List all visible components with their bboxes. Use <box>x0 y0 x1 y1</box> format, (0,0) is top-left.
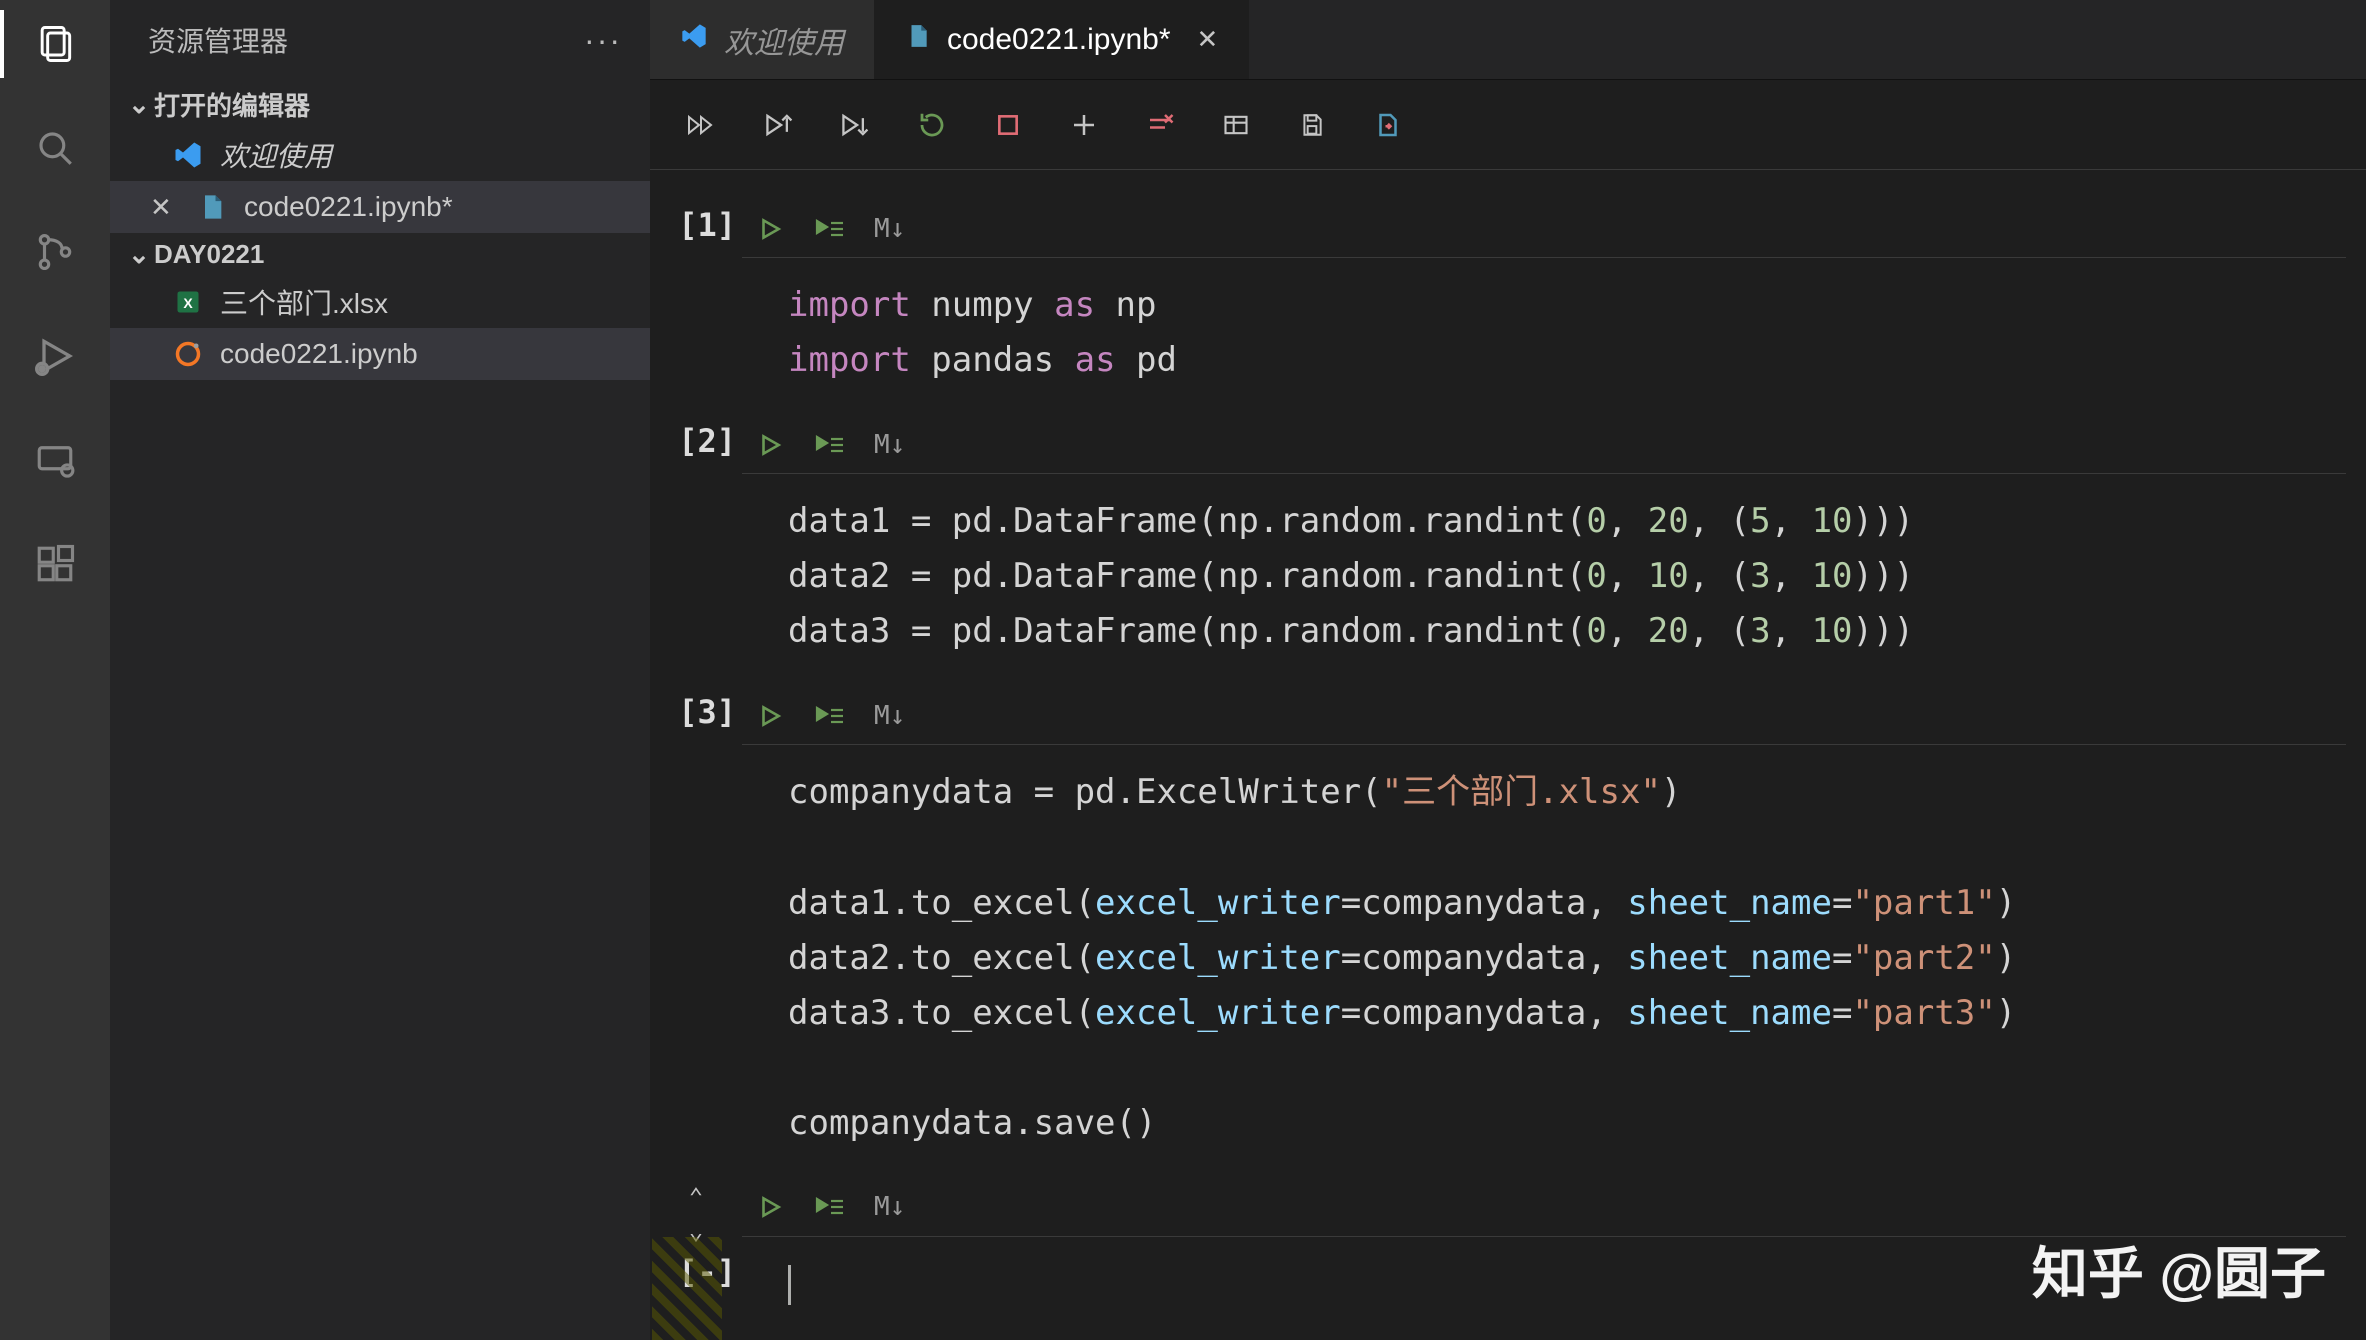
run-above-icon[interactable] <box>744 97 816 153</box>
vscode-icon <box>170 140 206 170</box>
cell-exec-label: [-] <box>678 1253 736 1291</box>
notebook-cell: [2] M↓ data1 = pd.DataFrame(np.random.ra… <box>650 416 2366 687</box>
run-cell-icon[interactable] <box>750 696 790 736</box>
cell-gutter: [2] <box>650 416 742 687</box>
open-editors-label: 打开的编辑器 <box>154 86 310 123</box>
restart-kernel-icon[interactable] <box>896 97 968 153</box>
editor-area: 欢迎使用 code0221.ipynb* ✕ <box>650 0 2366 1340</box>
variables-icon[interactable] <box>1200 97 1272 153</box>
tab-label: 欢迎使用 <box>724 18 844 62</box>
markdown-label[interactable]: M↓ <box>874 214 905 244</box>
run-below-icon[interactable] <box>820 97 892 153</box>
open-editor-notebook[interactable]: ✕ code0221.ipynb* <box>110 181 650 233</box>
cell-code[interactable]: data1 = pd.DataFrame(np.random.randint(0… <box>742 474 2346 687</box>
run-by-line-icon[interactable] <box>810 209 850 249</box>
run-all-icon[interactable] <box>668 97 740 153</box>
file-label: code0221.ipynb <box>220 338 418 370</box>
more-icon[interactable]: ··· <box>584 22 622 59</box>
chevron-up-icon[interactable]: ⌃ <box>689 1185 703 1209</box>
notebook-cell: [1] M↓ import numpy as np import pandas … <box>650 200 2366 416</box>
cell-body: M↓ companydata = pd.ExcelWriter("三个部门.xl… <box>742 687 2366 1179</box>
search-icon[interactable] <box>31 124 79 172</box>
export-icon[interactable] <box>1352 97 1424 153</box>
cell-toolbar: M↓ <box>742 1179 2346 1237</box>
cell-toolbar: M↓ <box>742 416 2346 474</box>
cell-exec-label: [3] <box>678 693 736 731</box>
cell-exec-label: [1] <box>678 206 736 244</box>
chevron-down-icon: ⌄ <box>124 89 154 120</box>
file-label: 三个部门.xlsx <box>220 282 388 322</box>
notebook-file-icon <box>905 23 931 57</box>
remote-explorer-icon[interactable] <box>31 436 79 484</box>
cell-gutter: ⌃ ⌄ [-] <box>650 1179 742 1340</box>
cell-gutter: [3] <box>650 687 742 1179</box>
source-control-icon[interactable] <box>31 228 79 276</box>
run-by-line-icon[interactable] <box>810 1187 850 1227</box>
cell-toolbar: M↓ <box>742 687 2346 745</box>
activity-bar <box>0 0 110 1340</box>
debug-icon[interactable] <box>31 332 79 380</box>
open-editor-welcome[interactable]: 欢迎使用 <box>110 129 650 181</box>
text-cursor <box>788 1265 791 1305</box>
open-editor-label: code0221.ipynb* <box>244 191 453 223</box>
notebook-cell: [3] M↓ companydata = pd.ExcelWriter("三个部… <box>650 687 2366 1179</box>
save-icon[interactable] <box>1276 97 1348 153</box>
notebook-file-icon <box>194 193 230 221</box>
explorer-title: 资源管理器 <box>148 20 288 60</box>
explorer-icon[interactable] <box>31 20 79 68</box>
cell-body: M↓ import numpy as np import pandas as p… <box>742 200 2366 416</box>
markdown-label[interactable]: M↓ <box>874 701 905 731</box>
open-editor-label: 欢迎使用 <box>220 135 332 175</box>
cell-body: M↓ <box>742 1179 2366 1340</box>
tab-bar: 欢迎使用 code0221.ipynb* ✕ <box>650 0 2366 80</box>
chevron-down-icon[interactable]: ⌄ <box>689 1219 703 1243</box>
cell-toolbar: M↓ <box>742 200 2346 258</box>
run-by-line-icon[interactable] <box>810 696 850 736</box>
notebook-cell: ⌃ ⌄ [-] M↓ <box>650 1179 2366 1340</box>
cell-body: M↓ data1 = pd.DataFrame(np.random.randin… <box>742 416 2366 687</box>
clear-output-icon[interactable] <box>1124 97 1196 153</box>
close-icon[interactable]: ✕ <box>150 192 180 223</box>
vscode-icon <box>680 22 708 58</box>
folder-header[interactable]: ⌄ DAY0221 <box>110 233 650 276</box>
excel-file-icon: X <box>170 288 206 316</box>
open-editors-header[interactable]: ⌄ 打开的编辑器 <box>110 80 650 129</box>
jupyter-file-icon <box>170 340 206 368</box>
cell-code[interactable]: companydata = pd.ExcelWriter("三个部门.xlsx"… <box>742 745 2346 1179</box>
file-xlsx[interactable]: X 三个部门.xlsx <box>110 276 650 328</box>
explorer-panel: 资源管理器 ··· ⌄ 打开的编辑器 欢迎使用 ✕ code0221.ipynb… <box>110 0 650 1340</box>
interrupt-kernel-icon[interactable] <box>972 97 1044 153</box>
run-cell-icon[interactable] <box>750 1187 790 1227</box>
tab-welcome[interactable]: 欢迎使用 <box>650 0 875 79</box>
folder-label: DAY0221 <box>154 239 264 270</box>
cell-code[interactable]: import numpy as np import pandas as pd <box>742 258 2346 416</box>
tab-label: code0221.ipynb* <box>947 23 1171 57</box>
run-cell-icon[interactable] <box>750 209 790 249</box>
svg-text:X: X <box>183 295 193 311</box>
notebook-body: [1] M↓ import numpy as np import pandas … <box>650 170 2366 1340</box>
run-cell-icon[interactable] <box>750 425 790 465</box>
add-cell-icon[interactable] <box>1048 97 1120 153</box>
explorer-header: 资源管理器 ··· <box>110 0 650 80</box>
chevron-down-icon: ⌄ <box>124 239 154 270</box>
close-icon[interactable]: ✕ <box>1197 24 1219 55</box>
cell-exec-label: [2] <box>678 422 736 460</box>
notebook-toolbar <box>650 80 2366 170</box>
run-by-line-icon[interactable] <box>810 425 850 465</box>
tab-notebook[interactable]: code0221.ipynb* ✕ <box>875 0 1249 79</box>
file-notebook[interactable]: code0221.ipynb <box>110 328 650 380</box>
markdown-label[interactable]: M↓ <box>874 1192 905 1222</box>
markdown-label[interactable]: M↓ <box>874 430 905 460</box>
extensions-icon[interactable] <box>31 540 79 588</box>
cell-gutter: [1] <box>650 200 742 416</box>
cell-code[interactable] <box>742 1237 2346 1340</box>
